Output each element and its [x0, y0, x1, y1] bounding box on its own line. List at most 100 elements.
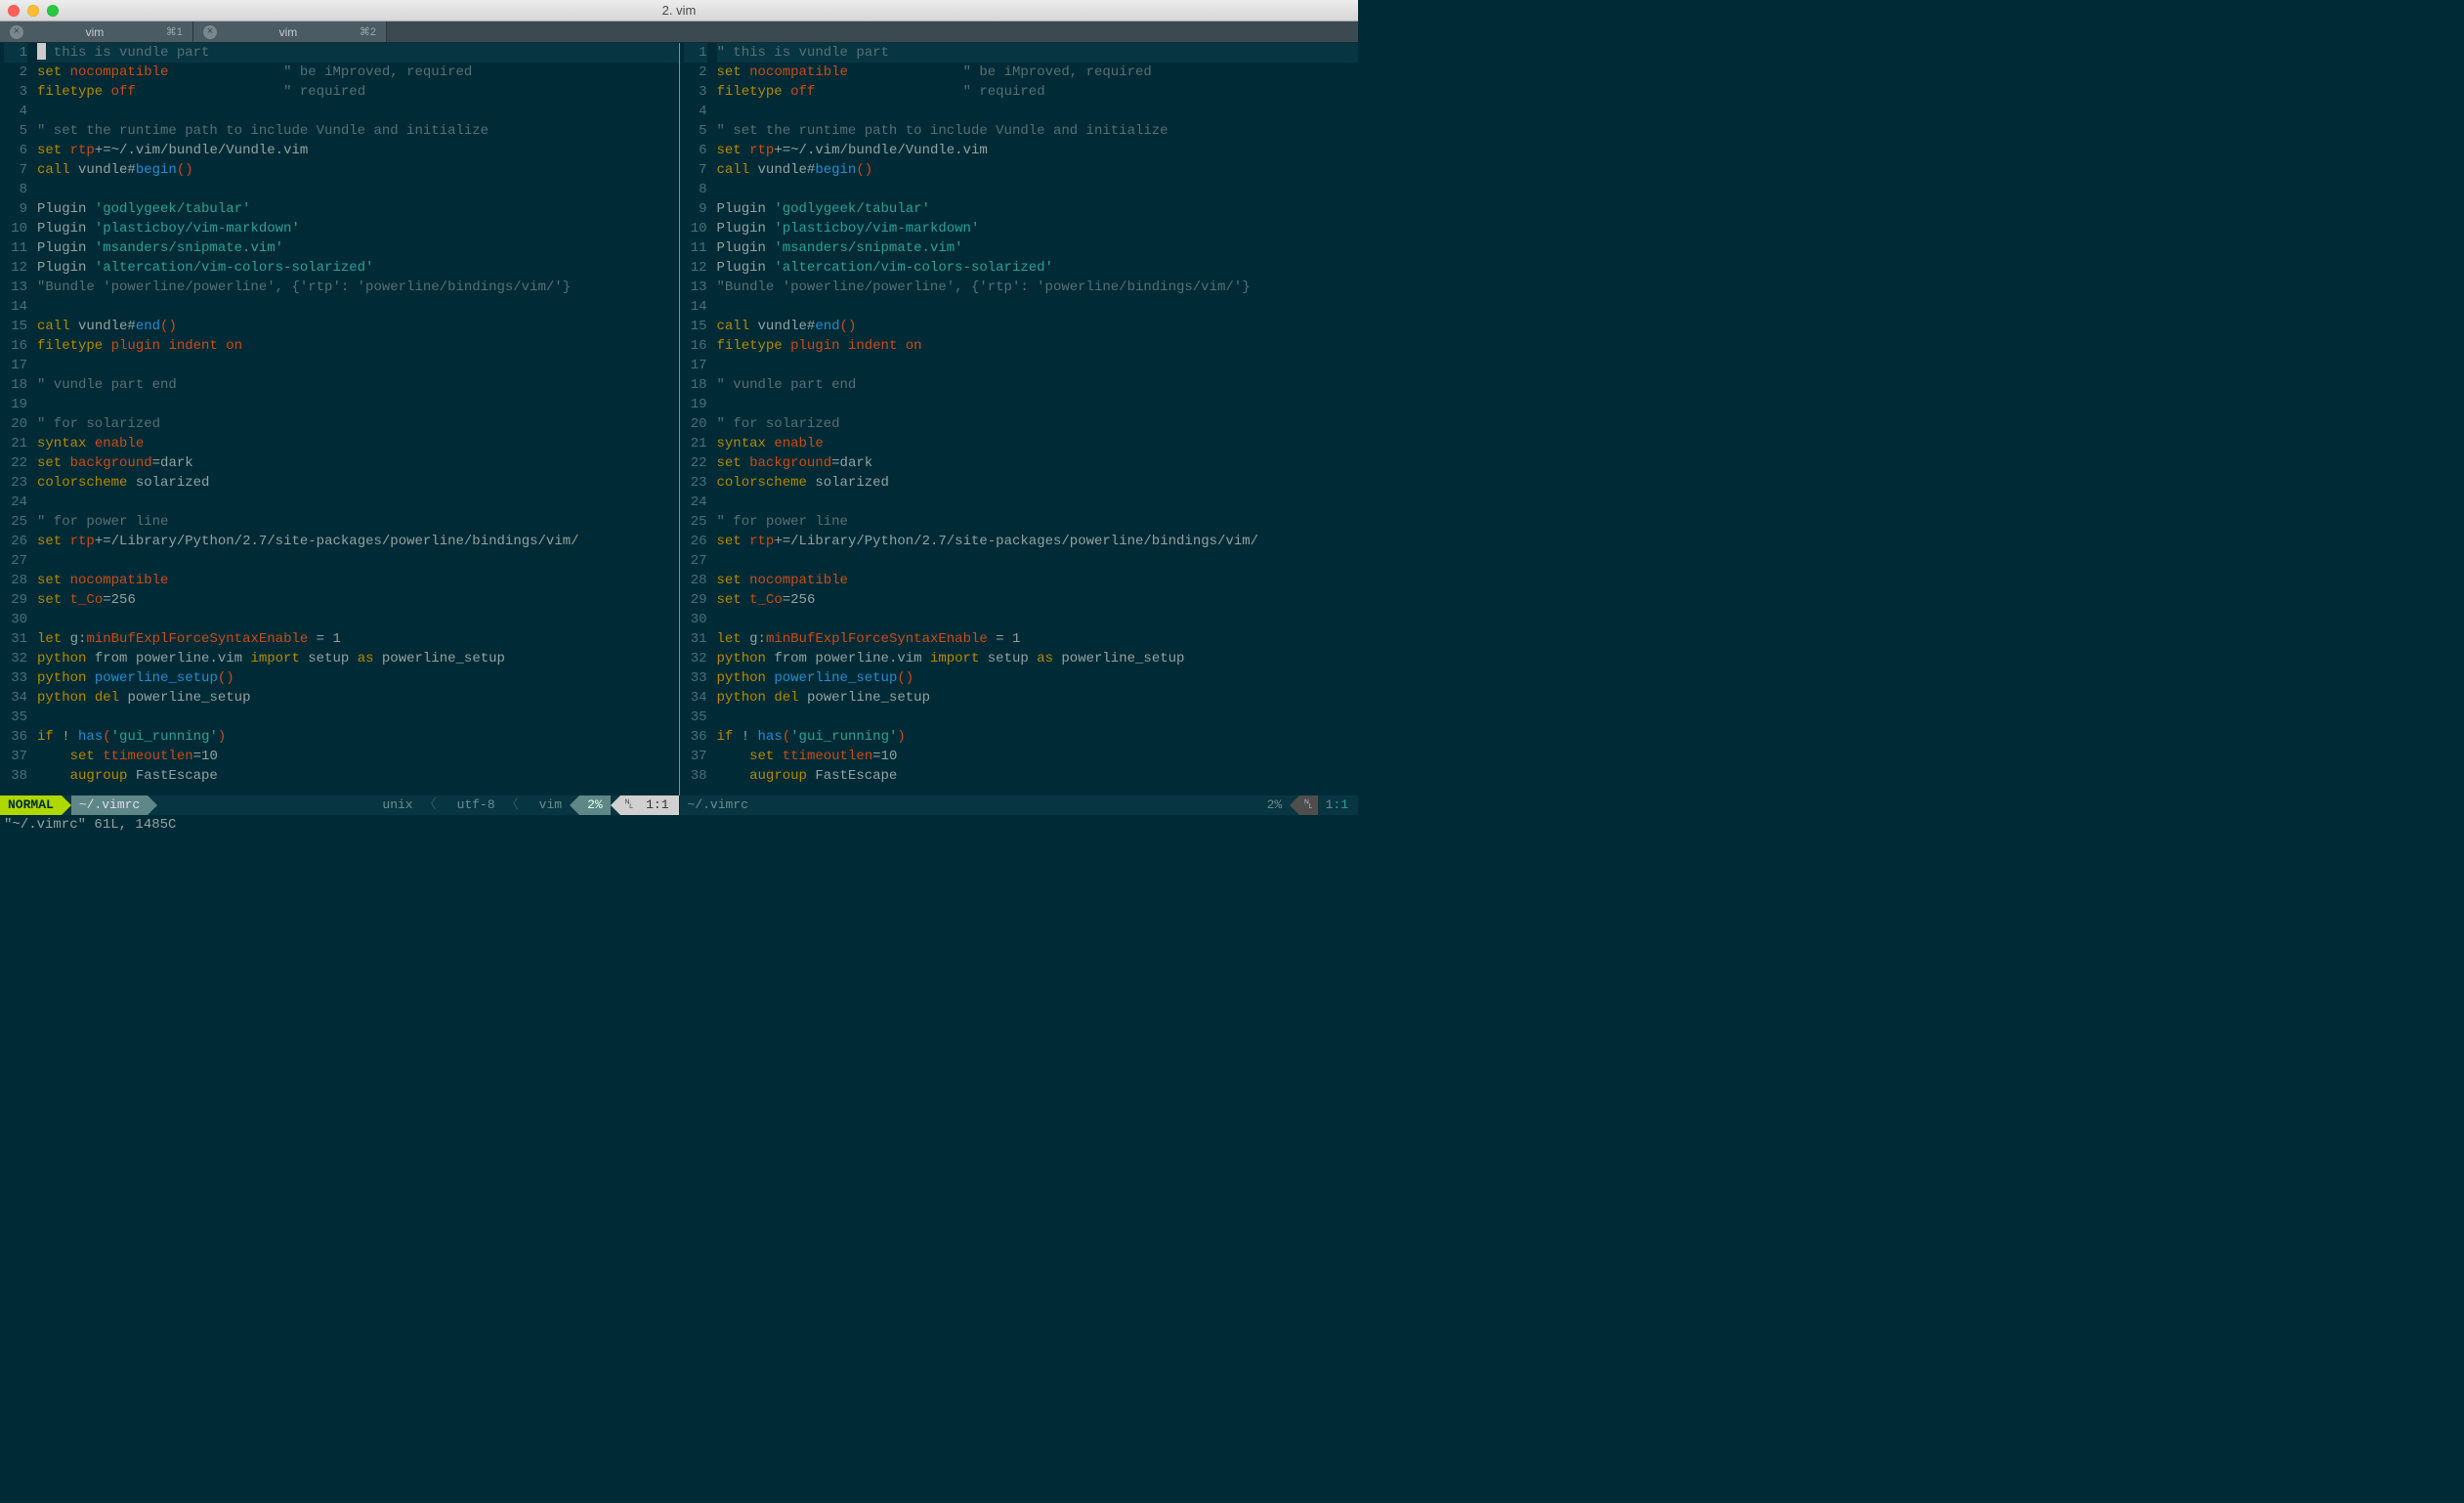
code-line[interactable]: set rtp+=~/.vim/bundle/Vundle.vim: [717, 141, 1359, 160]
code-line[interactable]: if ! has('gui_running'): [37, 727, 679, 747]
code-line[interactable]: if ! has('gui_running'): [717, 727, 1359, 747]
code-line[interactable]: let g:minBufExplForceSyntaxEnable = 1: [37, 629, 679, 649]
code-token: if: [717, 729, 734, 745]
code-line[interactable]: [37, 356, 679, 375]
code-line[interactable]: let g:minBufExplForceSyntaxEnable = 1: [717, 629, 1359, 649]
code-line[interactable]: Plugin 'msanders/snipmate.vim': [37, 238, 679, 258]
code-line[interactable]: set t_Co=256: [717, 590, 1359, 610]
code-line[interactable]: filetype off " required: [37, 82, 679, 102]
code-line[interactable]: set rtp+=/Library/Python/2.7/site-packag…: [717, 532, 1359, 551]
code-line[interactable]: [37, 493, 679, 512]
line-number: 29: [4, 590, 27, 610]
code-line[interactable]: [717, 708, 1359, 727]
code-line[interactable]: Plugin 'plasticboy/vim-markdown': [37, 219, 679, 238]
code-line[interactable]: Plugin 'plasticboy/vim-markdown': [717, 219, 1359, 238]
code-line[interactable]: Plugin 'altercation/vim-colors-solarized…: [717, 258, 1359, 278]
line-number: 12: [684, 258, 707, 278]
code-line[interactable]: " this is vundle part: [37, 43, 679, 63]
code-line[interactable]: python powerline_setup(): [717, 668, 1359, 688]
code-line[interactable]: "Bundle 'powerline/powerline', {'rtp': '…: [37, 278, 679, 297]
terminal-tab-2[interactable]: × vim ⌘2: [193, 21, 387, 42]
code-line[interactable]: " this is vundle part: [717, 43, 1359, 63]
code-line[interactable]: set rtp+=/Library/Python/2.7/site-packag…: [37, 532, 679, 551]
code-token: set: [717, 143, 742, 158]
code-line[interactable]: [717, 297, 1359, 317]
code-token: set: [37, 143, 62, 158]
line-number: 23: [4, 473, 27, 493]
code-line[interactable]: " set the runtime path to include Vundle…: [717, 121, 1359, 141]
code-line[interactable]: set ttimeoutlen=10: [717, 747, 1359, 766]
code-token: 'altercation/vim-colors-solarized': [95, 260, 374, 276]
code-line[interactable]: augroup FastEscape: [717, 766, 1359, 786]
code-line[interactable]: " vundle part end: [37, 375, 679, 395]
code-line[interactable]: [37, 102, 679, 121]
code-line[interactable]: python del powerline_setup: [37, 688, 679, 708]
code-line[interactable]: [37, 180, 679, 199]
code-line[interactable]: Plugin 'altercation/vim-colors-solarized…: [37, 258, 679, 278]
code-line[interactable]: call vundle#end(): [717, 317, 1359, 336]
code-line[interactable]: python del powerline_setup: [717, 688, 1359, 708]
code-token: setup: [979, 651, 1037, 666]
code-line[interactable]: set background=dark: [717, 453, 1359, 473]
code-line[interactable]: " for solarized: [37, 414, 679, 434]
code-line[interactable]: [37, 395, 679, 414]
close-icon[interactable]: ×: [10, 25, 23, 39]
code-line[interactable]: set t_Co=256: [37, 590, 679, 610]
editor-pane-left[interactable]: 1234567891011121314151617181920212223242…: [0, 43, 680, 795]
code-line[interactable]: call vundle#begin(): [37, 160, 679, 180]
code-line[interactable]: [717, 395, 1359, 414]
code-line[interactable]: " set the runtime path to include Vundle…: [37, 121, 679, 141]
code-line[interactable]: syntax enable: [37, 434, 679, 453]
code-line[interactable]: set background=dark: [37, 453, 679, 473]
code-area-left[interactable]: " this is vundle partset nocompatible " …: [33, 43, 679, 795]
code-line[interactable]: "Bundle 'powerline/powerline', {'rtp': '…: [717, 278, 1359, 297]
code-line[interactable]: filetype off " required: [717, 82, 1359, 102]
code-token: t_Co: [70, 592, 104, 608]
editor-pane-right[interactable]: 1234567891011121314151617181920212223242…: [680, 43, 1359, 795]
code-line[interactable]: set nocompatible: [37, 571, 679, 590]
code-line[interactable]: filetype plugin indent on: [717, 336, 1359, 356]
code-line[interactable]: " vundle part end: [717, 375, 1359, 395]
code-line[interactable]: [37, 551, 679, 571]
percent-segment: 2%: [579, 795, 611, 815]
code-line[interactable]: call vundle#end(): [37, 317, 679, 336]
code-line[interactable]: augroup FastEscape: [37, 766, 679, 786]
code-token: " be iMproved, required: [963, 64, 1152, 80]
code-line[interactable]: [717, 180, 1359, 199]
code-line[interactable]: python from powerline.vim import setup a…: [37, 649, 679, 668]
code-line[interactable]: python from powerline.vim import setup a…: [717, 649, 1359, 668]
code-line[interactable]: syntax enable: [717, 434, 1359, 453]
code-token: [717, 768, 750, 784]
code-line[interactable]: " for solarized: [717, 414, 1359, 434]
code-line[interactable]: colorscheme solarized: [37, 473, 679, 493]
code-line[interactable]: [717, 356, 1359, 375]
code-line[interactable]: [717, 493, 1359, 512]
code-line[interactable]: " for power line: [37, 512, 679, 532]
code-line[interactable]: set nocompatible " be iMproved, required: [717, 63, 1359, 82]
code-line[interactable]: [717, 610, 1359, 629]
code-token: Plugin: [37, 260, 95, 276]
code-token: if: [37, 729, 54, 745]
code-line[interactable]: set rtp+=~/.vim/bundle/Vundle.vim: [37, 141, 679, 160]
code-line[interactable]: [717, 551, 1359, 571]
code-line[interactable]: Plugin 'godlygeek/tabular': [37, 199, 679, 219]
code-area-right[interactable]: " this is vundle partset nocompatible " …: [713, 43, 1359, 795]
code-line[interactable]: call vundle#begin(): [717, 160, 1359, 180]
close-icon[interactable]: ×: [203, 25, 217, 39]
code-line[interactable]: Plugin 'godlygeek/tabular': [717, 199, 1359, 219]
code-line[interactable]: set ttimeoutlen=10: [37, 747, 679, 766]
code-line[interactable]: [37, 708, 679, 727]
line-number: 13: [684, 278, 707, 297]
code-line[interactable]: Plugin 'msanders/snipmate.vim': [717, 238, 1359, 258]
code-line[interactable]: set nocompatible " be iMproved, required: [37, 63, 679, 82]
code-line[interactable]: python powerline_setup(): [37, 668, 679, 688]
code-line[interactable]: [37, 610, 679, 629]
code-line[interactable]: colorscheme solarized: [717, 473, 1359, 493]
code-line[interactable]: [717, 102, 1359, 121]
code-line[interactable]: " for power line: [717, 512, 1359, 532]
terminal-tab-1[interactable]: × vim ⌘1: [0, 21, 193, 42]
code-line[interactable]: filetype plugin indent on: [37, 336, 679, 356]
code-line[interactable]: set nocompatible: [717, 571, 1359, 590]
vim-command-line[interactable]: "~/.vimrc" 61L, 1485C: [0, 815, 1358, 835]
code-line[interactable]: [37, 297, 679, 317]
